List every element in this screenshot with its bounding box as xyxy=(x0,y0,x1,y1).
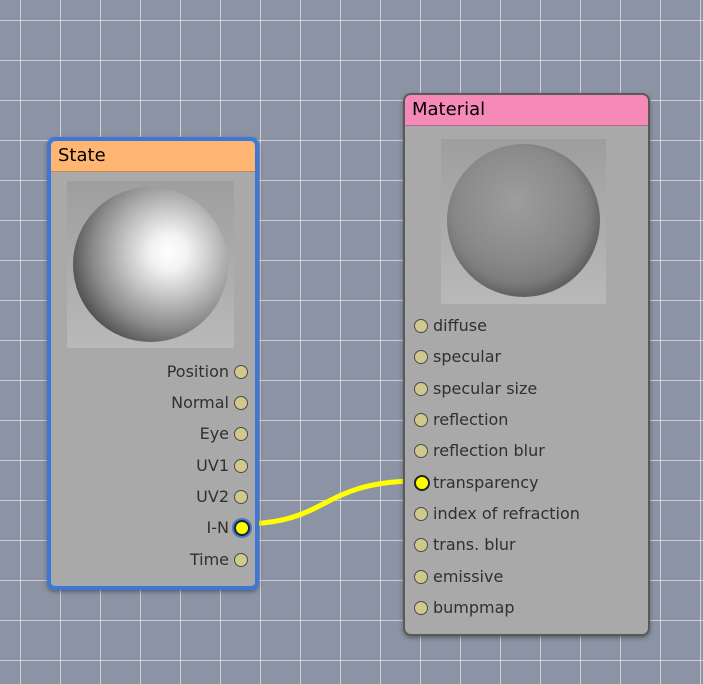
port-label: reflection blur xyxy=(433,441,545,460)
sphere-preview-icon xyxy=(447,144,600,297)
input-port-reflection-blur[interactable] xyxy=(414,444,428,458)
output-i-n: I-N xyxy=(51,517,255,539)
port-label: Time xyxy=(189,550,229,569)
port-label: I-N xyxy=(206,518,229,537)
port-label: diffuse xyxy=(433,316,487,335)
port-label: bumpmap xyxy=(433,598,515,617)
material-node[interactable]: Material diffuse specular specular size … xyxy=(403,93,650,636)
output-uv2: UV2 xyxy=(51,486,255,508)
output-uv1: UV1 xyxy=(51,455,255,477)
input-port-specular[interactable] xyxy=(414,350,428,364)
input-port-specular-size[interactable] xyxy=(414,382,428,396)
output-port-uv2[interactable] xyxy=(234,490,248,504)
port-label: Eye xyxy=(199,424,229,443)
input-port-bumpmap[interactable] xyxy=(414,601,428,615)
output-position: Position xyxy=(51,361,255,383)
port-label: specular xyxy=(433,347,502,366)
port-label: index of refraction xyxy=(433,504,580,523)
port-label: reflection xyxy=(433,410,509,429)
output-normal: Normal xyxy=(51,392,255,414)
material-node-title[interactable]: Material xyxy=(405,95,648,126)
output-port-position[interactable] xyxy=(234,365,248,379)
input-port-emissive[interactable] xyxy=(414,570,428,584)
input-reflection: reflection xyxy=(405,409,648,431)
output-port-time[interactable] xyxy=(234,553,248,567)
port-label: UV1 xyxy=(196,456,229,475)
port-label: trans. blur xyxy=(433,535,516,554)
output-port-eye[interactable] xyxy=(234,427,248,441)
state-node-title[interactable]: State xyxy=(51,141,255,172)
output-port-uv1[interactable] xyxy=(234,459,248,473)
input-port-trans-blur[interactable] xyxy=(414,538,428,552)
input-diffuse: diffuse xyxy=(405,315,648,337)
sphere-preview-icon xyxy=(73,187,228,342)
input-specular-size: specular size xyxy=(405,378,648,400)
state-node[interactable]: State Position Normal Eye UV1 UV2 I-N Ti… xyxy=(47,137,259,590)
output-eye: Eye xyxy=(51,423,255,445)
input-port-reflection[interactable] xyxy=(414,413,428,427)
input-bumpmap: bumpmap xyxy=(405,597,648,619)
input-index-of-refraction: index of refraction xyxy=(405,503,648,525)
output-time: Time xyxy=(51,549,255,571)
port-label: emissive xyxy=(433,567,504,586)
input-specular: specular xyxy=(405,346,648,368)
port-label: specular size xyxy=(433,379,538,398)
input-transparency: transparency xyxy=(405,472,648,494)
input-port-index-of-refraction[interactable] xyxy=(414,507,428,521)
input-port-diffuse[interactable] xyxy=(414,319,428,333)
material-preview xyxy=(441,139,606,304)
port-label: Normal xyxy=(171,393,229,412)
port-label: Position xyxy=(166,362,229,381)
input-reflection-blur: reflection blur xyxy=(405,440,648,462)
output-port-normal[interactable] xyxy=(234,396,248,410)
input-emissive: emissive xyxy=(405,566,648,588)
port-label: transparency xyxy=(433,473,539,492)
input-port-transparency[interactable] xyxy=(414,475,430,491)
input-trans-blur: trans. blur xyxy=(405,534,648,556)
state-preview xyxy=(67,181,234,348)
port-label: UV2 xyxy=(196,487,229,506)
output-port-i-n[interactable] xyxy=(234,520,250,536)
